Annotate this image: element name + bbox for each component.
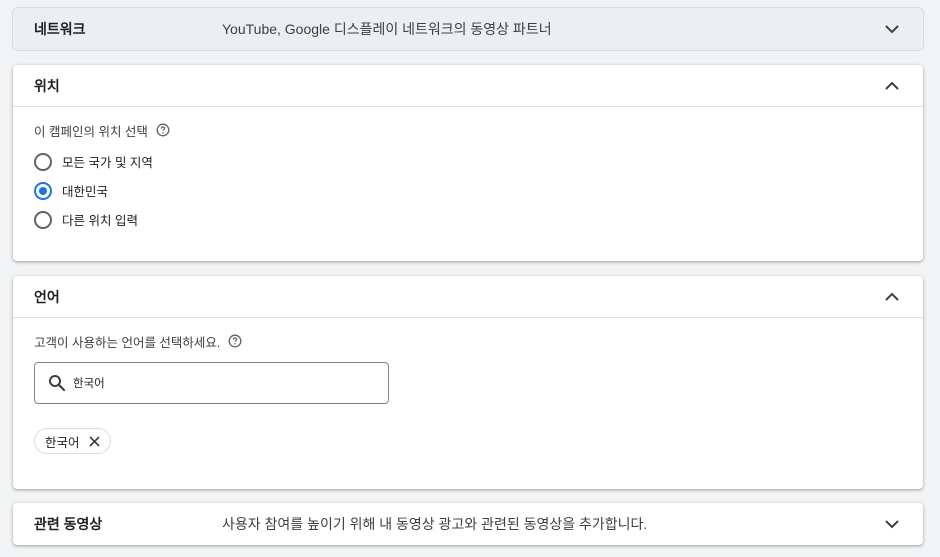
- location-option-label: 다른 위치 입력: [62, 214, 138, 228]
- radio-button[interactable]: [34, 210, 52, 229]
- language-chip: 한국어: [34, 428, 111, 454]
- network-panel-summary: YouTube, Google 디스플레이 네트워크의 동영상 파트너: [222, 21, 552, 37]
- network-panel[interactable]: 네트워크 YouTube, Google 디스플레이 네트워크의 동영상 파트너: [13, 8, 923, 50]
- language-panel-body: 고객이 사용하는 언어를 선택하세요. 한국어 한국어: [13, 318, 923, 454]
- language-panel: 언어 고객이 사용하는 언어를 선택하세요. 한국어 한국어: [13, 276, 923, 489]
- chevron-up-icon[interactable]: [883, 288, 901, 306]
- radio-button[interactable]: [34, 152, 52, 171]
- language-search-input[interactable]: [73, 377, 353, 389]
- location-panel-body: 이 캠페인의 위치 선택 모든 국가 및 지역 대한민국 다른 위치 입력: [13, 107, 923, 234]
- related-videos-panel-title: 관련 동영상: [34, 516, 103, 532]
- campaign-settings-page: 네트워크 YouTube, Google 디스플레이 네트워크의 동영상 파트너…: [0, 0, 940, 557]
- language-panel-title: 언어: [34, 288, 60, 305]
- related-videos-panel-summary: 사용자 참여를 높이기 위해 내 동영상 광고와 관련된 동영상을 추가합니다.: [222, 516, 648, 532]
- network-panel-header[interactable]: 네트워크 YouTube, Google 디스플레이 네트워크의 동영상 파트너: [13, 8, 923, 50]
- network-panel-title: 네트워크: [34, 21, 86, 37]
- location-panel: 위치 이 캠페인의 위치 선택 모든 국가 및 지역 대한민국 다른 위치 입력: [13, 65, 923, 261]
- search-icon: [47, 373, 67, 393]
- close-icon[interactable]: [88, 434, 102, 448]
- language-chip-label: 한국어: [45, 435, 80, 450]
- location-panel-header[interactable]: 위치: [13, 65, 923, 107]
- language-search-field[interactable]: [34, 362, 389, 404]
- location-option-all[interactable]: 모든 국가 및 지역: [34, 147, 902, 176]
- language-panel-header[interactable]: 언어: [13, 276, 923, 318]
- chevron-up-icon[interactable]: [883, 77, 901, 95]
- location-option-label: 모든 국가 및 지역: [62, 156, 153, 170]
- location-option-other[interactable]: 다른 위치 입력: [34, 205, 902, 234]
- related-videos-panel[interactable]: 관련 동영상 사용자 참여를 높이기 위해 내 동영상 광고와 관련된 동영상을…: [13, 503, 923, 545]
- location-option-label: 대한민국: [62, 185, 109, 199]
- location-panel-title: 위치: [34, 77, 60, 94]
- chevron-down-icon[interactable]: [883, 515, 901, 533]
- location-option-korea[interactable]: 대한민국: [34, 176, 902, 205]
- language-label: 고객이 사용하는 언어를 선택하세요.: [34, 332, 902, 350]
- radio-button-selected[interactable]: [34, 181, 52, 200]
- location-label: 이 캠페인의 위치 선택: [34, 121, 902, 139]
- language-label-text: 고객이 사용하는 언어를 선택하세요.: [34, 335, 221, 350]
- related-videos-panel-header[interactable]: 관련 동영상 사용자 참여를 높이기 위해 내 동영상 광고와 관련된 동영상을…: [13, 503, 923, 545]
- location-radio-group: 모든 국가 및 지역 대한민국 다른 위치 입력: [34, 147, 902, 234]
- location-label-text: 이 캠페인의 위치 선택: [34, 124, 148, 139]
- help-icon[interactable]: [228, 334, 242, 348]
- help-icon[interactable]: [156, 123, 170, 137]
- chevron-down-icon[interactable]: [883, 20, 901, 38]
